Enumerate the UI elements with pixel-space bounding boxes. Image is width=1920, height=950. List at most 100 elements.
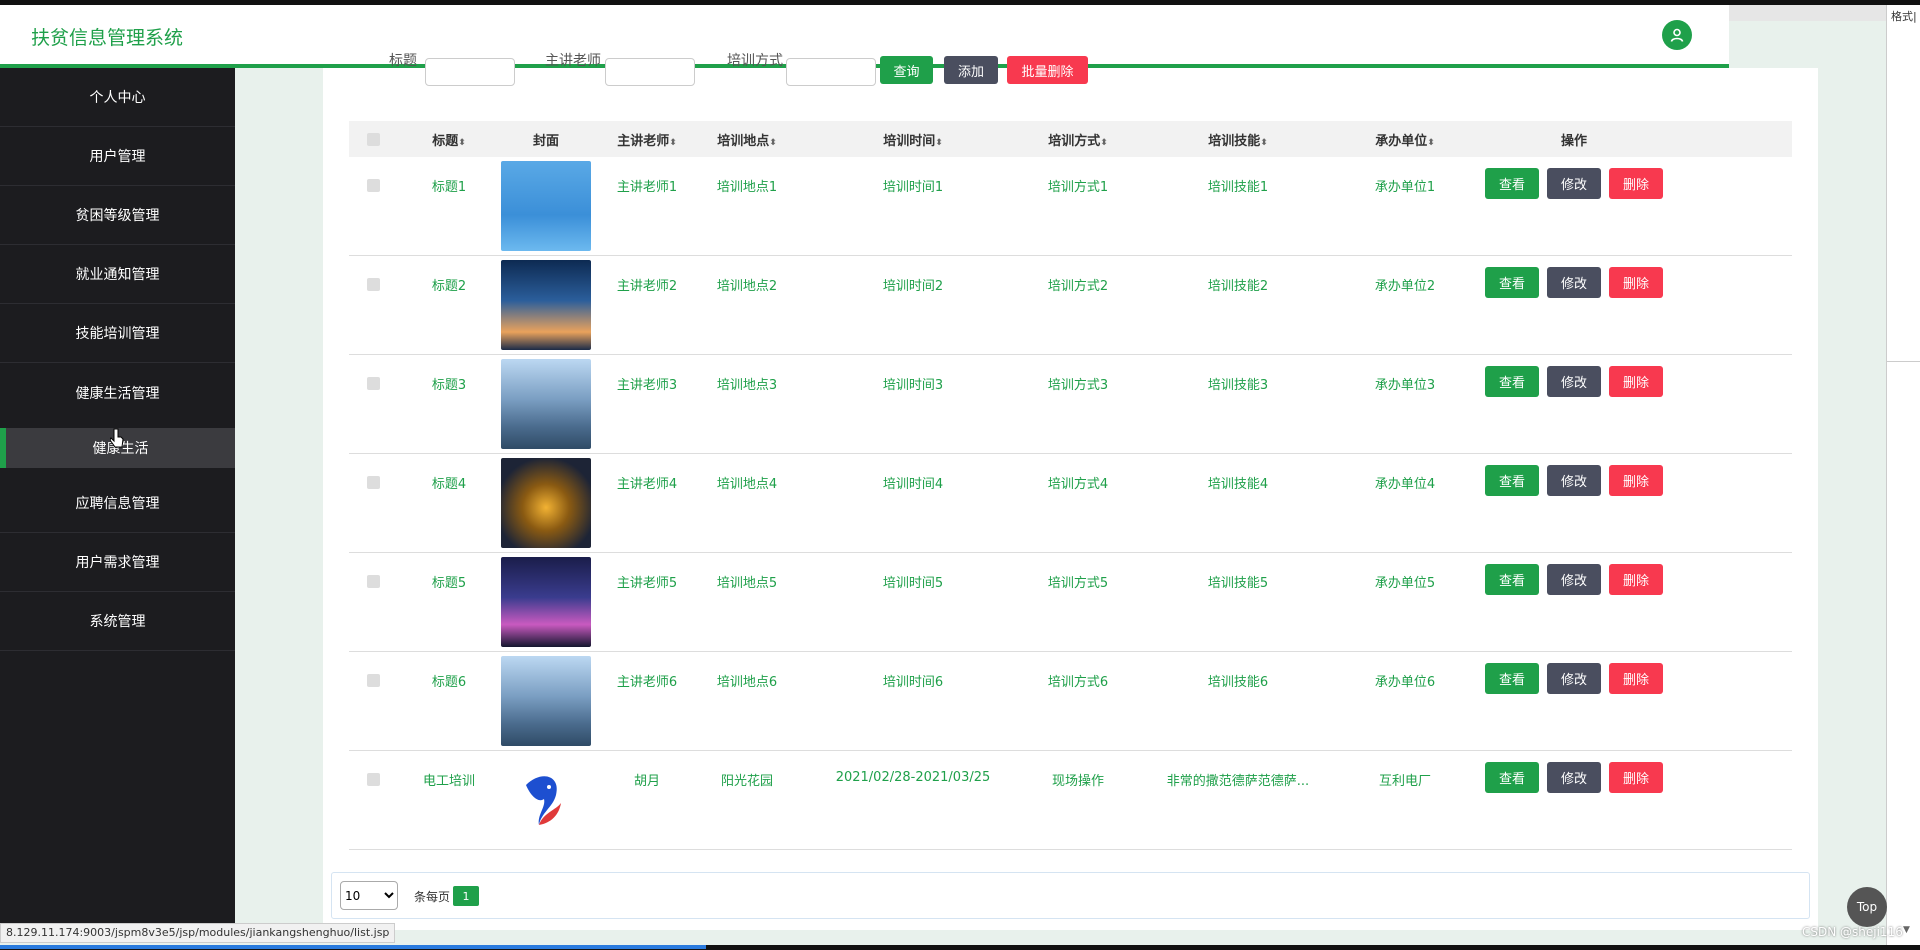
header-time[interactable]: 培训时间⬍ bbox=[791, 130, 1035, 149]
sidebar-item-job-notice[interactable]: 就业通知管理 bbox=[0, 245, 235, 304]
row-org: 承办单位6 bbox=[1374, 675, 1436, 690]
sidebar-item-poverty-level[interactable]: 贫困等级管理 bbox=[0, 186, 235, 245]
row-actions: 查看 修改 删除 bbox=[1455, 751, 1693, 793]
sidebar-item-system-management[interactable]: 系统管理 bbox=[0, 592, 235, 651]
side-panel-tag: 格式| bbox=[1891, 10, 1917, 23]
delete-button[interactable]: 删除 bbox=[1609, 564, 1663, 595]
row-teacher: 主讲老师1 bbox=[616, 180, 678, 195]
header-mode[interactable]: 培训方式⬍ bbox=[1035, 130, 1121, 149]
header-teacher[interactable]: 主讲老师⬍ bbox=[591, 130, 703, 149]
view-button[interactable]: 查看 bbox=[1485, 663, 1539, 694]
row-place: 阳光花园 bbox=[720, 774, 773, 789]
header-cover: 封面 bbox=[532, 133, 559, 149]
row-skill: 培训技能3 bbox=[1207, 378, 1269, 393]
row-checkbox[interactable] bbox=[349, 256, 397, 291]
pagination: 10 条每页 1 bbox=[331, 872, 1810, 919]
row-title: 标题6 bbox=[431, 675, 467, 690]
batch-delete-button[interactable]: 批量删除 bbox=[1007, 56, 1088, 84]
search-title-input[interactable] bbox=[425, 58, 515, 86]
edit-button[interactable]: 修改 bbox=[1547, 564, 1601, 595]
edit-button[interactable]: 修改 bbox=[1547, 267, 1601, 298]
browser-edge-gray bbox=[1729, 5, 1886, 21]
row-checkbox[interactable] bbox=[349, 652, 397, 687]
scroll-down-arrow-icon[interactable]: ▼ bbox=[1903, 925, 1910, 935]
query-button[interactable]: 查询 bbox=[880, 56, 933, 84]
row-skill: 培训技能4 bbox=[1207, 477, 1269, 492]
row-place: 培训地点3 bbox=[716, 378, 778, 393]
view-button[interactable]: 查看 bbox=[1485, 564, 1539, 595]
search-title-label: 标题 bbox=[389, 53, 417, 69]
back-to-top-button[interactable]: Top bbox=[1847, 887, 1887, 927]
row-time: 培训时间2 bbox=[882, 279, 944, 294]
header-place[interactable]: 培训地点⬍ bbox=[703, 130, 791, 149]
page-size-select[interactable]: 10 bbox=[340, 881, 398, 910]
row-checkbox[interactable] bbox=[349, 751, 397, 786]
edit-button[interactable]: 修改 bbox=[1547, 663, 1601, 694]
row-teacher: 胡月 bbox=[633, 774, 660, 789]
page-number-button[interactable]: 1 bbox=[453, 886, 479, 906]
user-avatar-button[interactable] bbox=[1662, 20, 1692, 50]
view-button[interactable]: 查看 bbox=[1485, 366, 1539, 397]
edit-button[interactable]: 修改 bbox=[1547, 168, 1601, 199]
sidebar-item-healthy-living-management[interactable]: 健康生活管理 bbox=[0, 363, 235, 422]
row-org: 承办单位4 bbox=[1374, 477, 1436, 492]
row-checkbox[interactable] bbox=[349, 355, 397, 390]
sidebar-item-user-management[interactable]: 用户管理 bbox=[0, 127, 235, 186]
sidebar-item-user-needs[interactable]: 用户需求管理 bbox=[0, 533, 235, 592]
delete-button[interactable]: 删除 bbox=[1609, 366, 1663, 397]
table-row: 标题2 主讲老师2 培训地点2 培训时间2 培训方式2 培训技能2 承办单位2 … bbox=[349, 256, 1792, 355]
edit-button[interactable]: 修改 bbox=[1547, 465, 1601, 496]
row-teacher: 主讲老师4 bbox=[616, 477, 678, 492]
row-title: 标题4 bbox=[431, 477, 467, 492]
header-org[interactable]: 承办单位⬍ bbox=[1355, 130, 1455, 149]
row-time: 2021/02/28-2021/03/25 bbox=[835, 770, 991, 785]
table-header: 标题⬍ 封面 主讲老师⬍ 培训地点⬍ 培训时间⬍ 培训方式⬍ 培训技能⬍ 承办单… bbox=[349, 121, 1792, 157]
row-time: 培训时间4 bbox=[882, 477, 944, 492]
view-button[interactable]: 查看 bbox=[1485, 762, 1539, 793]
row-title: 标题2 bbox=[431, 279, 467, 294]
row-title: 标题3 bbox=[431, 378, 467, 393]
row-cover-image bbox=[501, 454, 591, 548]
row-org: 承办单位2 bbox=[1374, 279, 1436, 294]
delete-button[interactable]: 删除 bbox=[1609, 663, 1663, 694]
search-teacher-input[interactable] bbox=[605, 58, 695, 86]
delete-button[interactable]: 删除 bbox=[1609, 762, 1663, 793]
sidebar-item-job-application[interactable]: 应聘信息管理 bbox=[0, 474, 235, 533]
load-progress-bar bbox=[0, 945, 706, 949]
edit-button[interactable]: 修改 bbox=[1547, 366, 1601, 397]
row-title: 标题5 bbox=[431, 576, 467, 591]
row-actions: 查看 修改 删除 bbox=[1455, 553, 1693, 595]
row-teacher: 主讲老师2 bbox=[616, 279, 678, 294]
table-row: 标题6 主讲老师6 培训地点6 培训时间6 培训方式6 培训技能6 承办单位6 … bbox=[349, 652, 1792, 751]
select-all-checkbox[interactable] bbox=[349, 132, 397, 146]
row-mode: 培训方式5 bbox=[1047, 576, 1109, 591]
header-title[interactable]: 标题⬍ bbox=[397, 130, 501, 149]
delete-button[interactable]: 删除 bbox=[1609, 267, 1663, 298]
row-cover-image bbox=[501, 553, 591, 647]
row-cover-image bbox=[501, 751, 591, 845]
row-mode: 现场操作 bbox=[1051, 774, 1104, 789]
view-button[interactable]: 查看 bbox=[1485, 267, 1539, 298]
sidebar-item-personal-center[interactable]: 个人中心 bbox=[0, 68, 235, 127]
app-title: 扶贫信息管理系统 bbox=[31, 27, 184, 49]
row-org: 承办单位5 bbox=[1374, 576, 1436, 591]
view-button[interactable]: 查看 bbox=[1485, 168, 1539, 199]
add-button[interactable]: 添加 bbox=[944, 56, 998, 84]
side-panel-section bbox=[1887, 361, 1920, 901]
row-org: 互利电厂 bbox=[1378, 774, 1431, 789]
sidebar-item-skill-training[interactable]: 技能培训管理 bbox=[0, 304, 235, 363]
header-skill[interactable]: 培训技能⬍ bbox=[1121, 130, 1355, 149]
mouse-cursor-icon bbox=[110, 428, 124, 448]
row-checkbox[interactable] bbox=[349, 454, 397, 489]
search-mode-input[interactable] bbox=[786, 58, 876, 86]
row-cover-image bbox=[501, 157, 591, 251]
row-checkbox[interactable] bbox=[349, 553, 397, 588]
edit-button[interactable]: 修改 bbox=[1547, 762, 1601, 793]
delete-button[interactable]: 删除 bbox=[1609, 465, 1663, 496]
view-button[interactable]: 查看 bbox=[1485, 465, 1539, 496]
row-mode: 培训方式6 bbox=[1047, 675, 1109, 690]
browser-status-url: 8.129.11.174:9003/jspm8v3e5/jsp/modules/… bbox=[0, 923, 396, 943]
row-place: 培训地点5 bbox=[716, 576, 778, 591]
row-checkbox[interactable] bbox=[349, 157, 397, 192]
delete-button[interactable]: 删除 bbox=[1609, 168, 1663, 199]
